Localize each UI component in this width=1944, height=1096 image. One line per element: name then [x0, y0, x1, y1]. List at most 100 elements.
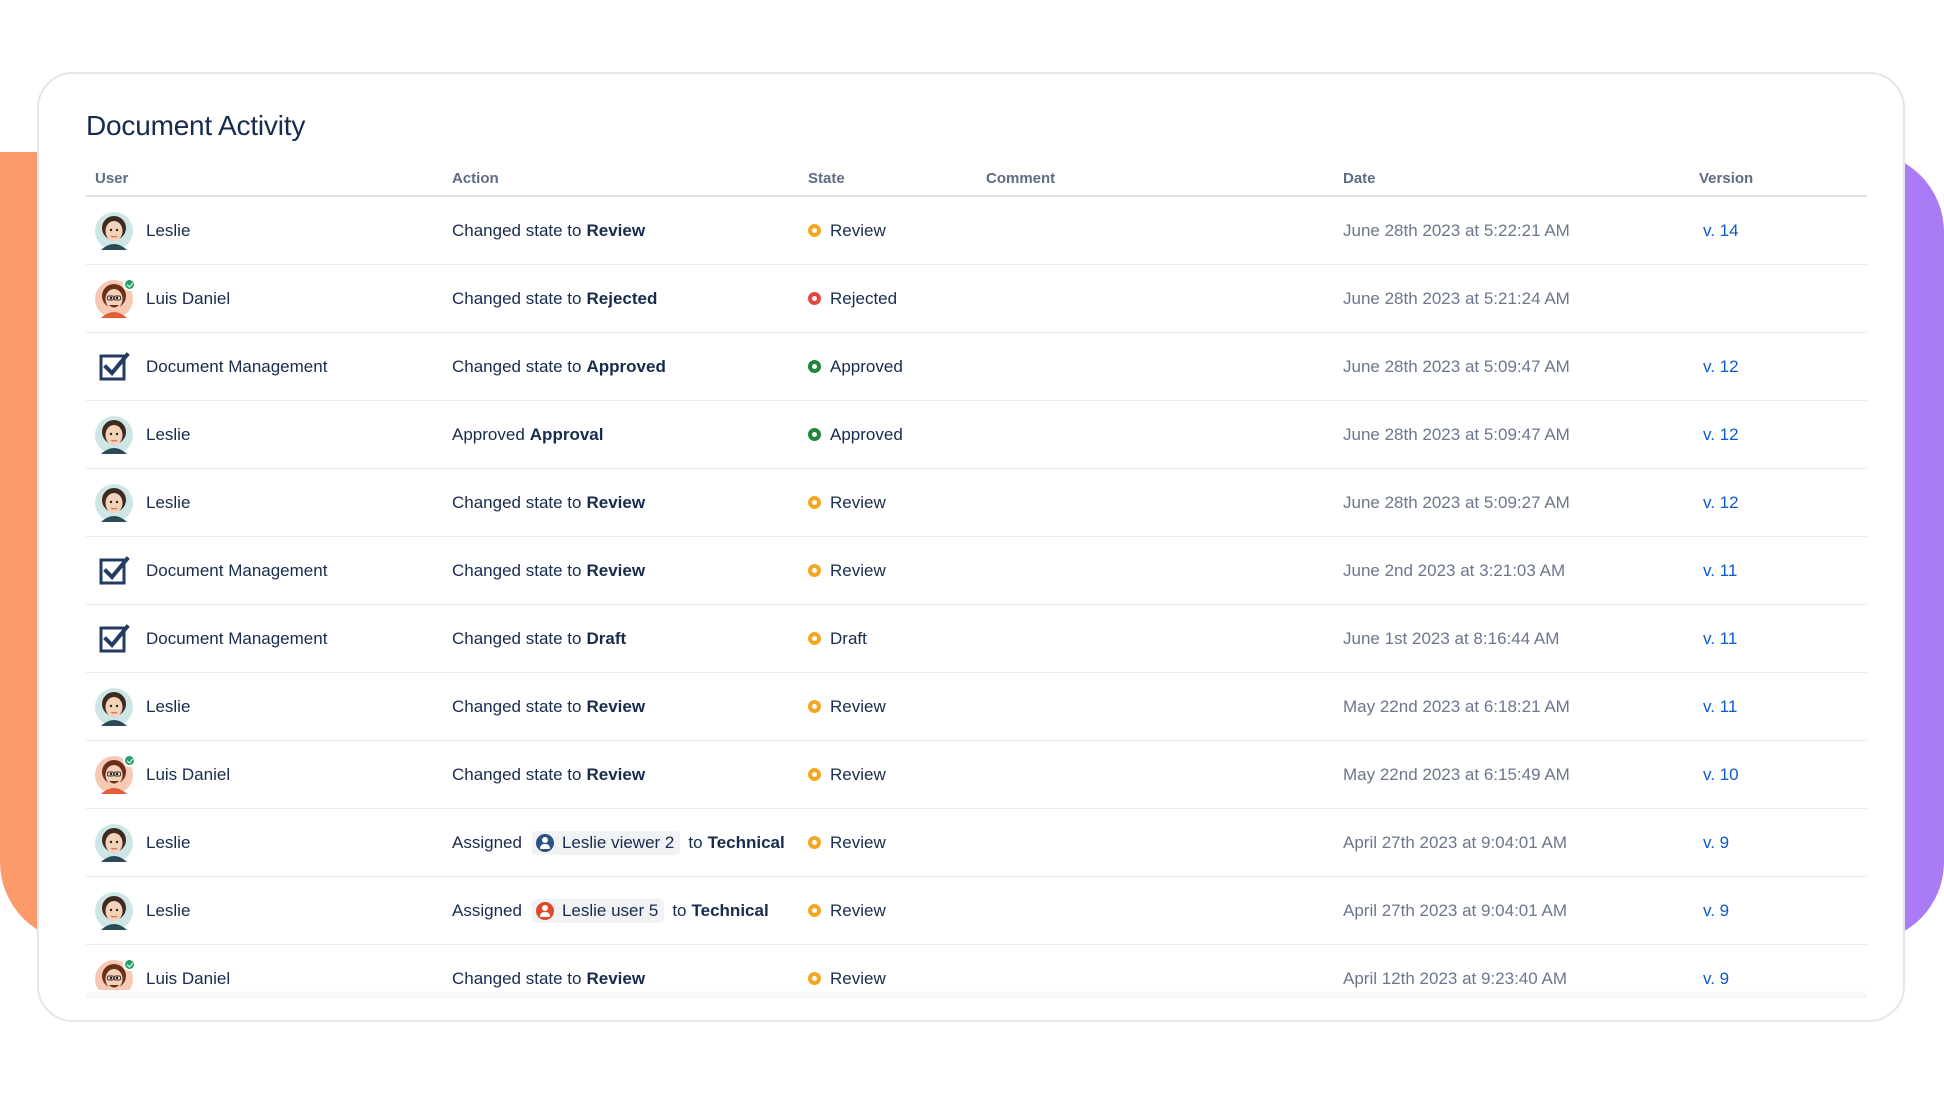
table-row[interactable]: Document Management Changed state to Dra… — [86, 605, 1867, 673]
state-status-icon — [808, 564, 821, 577]
date-text: June 28th 2023 at 5:21:24 AM — [1343, 288, 1570, 308]
mention-name: Leslie viewer 2 — [561, 832, 675, 852]
action-target: Approved — [586, 356, 666, 376]
version-cell: v. 11 — [1703, 673, 1737, 740]
state-status-icon — [808, 904, 821, 917]
version-link[interactable]: v. 9 — [1703, 901, 1729, 921]
column-header-user[interactable]: User — [95, 170, 128, 187]
state-label: Review — [830, 832, 886, 852]
user-name[interactable]: Luis Daniel — [146, 289, 230, 309]
state-status-icon — [808, 632, 821, 645]
version-link[interactable]: v. 14 — [1703, 221, 1739, 241]
user-name[interactable]: Leslie — [146, 901, 190, 921]
table-row[interactable]: Luis Daniel Changed state to Review Revi… — [86, 741, 1867, 809]
version-link[interactable]: v. 9 — [1703, 969, 1729, 989]
table-row[interactable]: Leslie Changed state to Review Review Ju… — [86, 197, 1867, 265]
action-verb: Approved — [452, 424, 525, 444]
user-name[interactable]: Document Management — [146, 561, 327, 581]
action-target: Review — [586, 492, 646, 512]
column-header-date[interactable]: Date — [1343, 170, 1376, 187]
action-cell: Changed state to Review — [452, 741, 645, 808]
table-row[interactable]: Leslie Assigned Leslie viewer 2 to Techni… — [86, 809, 1867, 877]
table-body: Leslie Changed state to Review Review Ju… — [86, 197, 1867, 1012]
state-cell: Review — [808, 945, 886, 1012]
user-cell: Leslie — [95, 197, 190, 264]
action-verb: Changed state to — [452, 764, 582, 784]
table-row[interactable]: Leslie Assigned Leslie user 5 to Technica… — [86, 877, 1867, 945]
table-row[interactable]: Document Management Changed state to Rev… — [86, 537, 1867, 605]
version-link[interactable]: v. 12 — [1703, 425, 1739, 445]
column-header-version[interactable]: Version — [1699, 170, 1753, 187]
date-text: April 27th 2023 at 9:04:01 AM — [1343, 832, 1567, 852]
date-text: June 2nd 2023 at 3:21:03 AM — [1343, 560, 1566, 580]
user-mention-chip[interactable]: Leslie viewer 2 — [531, 830, 681, 855]
state-label: Approved — [830, 356, 903, 376]
version-cell: v. 11 — [1703, 537, 1737, 604]
user-name[interactable]: Leslie — [146, 697, 190, 717]
state-cell: Approved — [808, 333, 903, 400]
verified-check-icon — [123, 277, 136, 291]
version-cell: v. 11 — [1703, 605, 1737, 672]
user-name[interactable]: Leslie — [146, 221, 190, 241]
action-cell: Changed state to Review — [452, 469, 645, 536]
action-verb: Assigned — [452, 832, 522, 852]
date-cell: May 22nd 2023 at 6:18:21 AM — [1343, 673, 1570, 740]
state-label: Approved — [830, 424, 903, 444]
action-cell: Changed state to Rejected — [452, 265, 657, 332]
verified-check-icon — [123, 753, 136, 767]
action-cell: Approved Approval — [452, 401, 603, 468]
user-name[interactable]: Luis Daniel — [146, 969, 230, 989]
action-connector: to — [672, 900, 687, 920]
column-header-action[interactable]: Action — [452, 170, 499, 187]
state-cell: Review — [808, 197, 886, 264]
table-row[interactable]: Leslie Changed state to Review Review Ju… — [86, 469, 1867, 537]
date-cell: June 1st 2023 at 8:16:44 AM — [1343, 605, 1559, 672]
leslie-avatar — [95, 211, 133, 250]
table-row[interactable]: Leslie Changed state to Review Review Ma… — [86, 673, 1867, 741]
version-cell: v. 12 — [1703, 333, 1739, 400]
state-cell: Review — [808, 469, 886, 536]
version-link[interactable]: v. 12 — [1703, 493, 1739, 513]
version-link[interactable]: v. 9 — [1703, 833, 1729, 853]
user-cell: Leslie — [95, 673, 190, 740]
user-name[interactable]: Leslie — [146, 425, 190, 445]
user-cell: Leslie — [95, 469, 190, 536]
action-cell: Changed state to Review — [452, 673, 645, 740]
version-link[interactable]: v. 11 — [1703, 629, 1737, 649]
action-target: Approval — [529, 424, 604, 444]
user-name[interactable]: Luis Daniel — [146, 765, 230, 785]
table-row[interactable]: Luis Daniel Changed state to Review Revi… — [86, 945, 1867, 1012]
version-link[interactable]: v. 11 — [1703, 697, 1737, 717]
state-status-icon — [808, 360, 821, 373]
action-verb: Changed state to — [452, 356, 582, 376]
document-management-icon — [95, 348, 133, 386]
user-name[interactable]: Document Management — [146, 357, 327, 377]
user-name[interactable]: Leslie — [146, 493, 190, 513]
version-link[interactable]: v. 11 — [1703, 561, 1737, 581]
version-cell: v. 9 — [1703, 877, 1729, 944]
action-connector: to — [688, 832, 703, 852]
user-mention-chip[interactable]: Leslie user 5 — [531, 898, 665, 923]
column-header-state[interactable]: State — [808, 170, 845, 187]
state-cell: Review — [808, 877, 886, 944]
version-cell: v. 12 — [1703, 469, 1739, 536]
user-icon-blue — [535, 833, 554, 852]
state-status-icon — [808, 768, 821, 781]
date-text: June 28th 2023 at 5:22:21 AM — [1343, 220, 1570, 240]
version-link[interactable]: v. 12 — [1703, 357, 1739, 377]
table-row[interactable]: Leslie Approved Approval Approved June 2… — [86, 401, 1867, 469]
state-label: Rejected — [830, 288, 898, 308]
column-header-comment[interactable]: Comment — [986, 170, 1055, 187]
date-cell: April 27th 2023 at 9:04:01 AM — [1343, 877, 1567, 944]
user-name[interactable]: Leslie — [146, 833, 190, 853]
table-row[interactable]: Document Management Changed state to App… — [86, 333, 1867, 401]
date-cell: April 12th 2023 at 9:23:40 AM — [1343, 945, 1567, 1012]
date-text: April 27th 2023 at 9:04:01 AM — [1343, 900, 1567, 920]
state-status-icon — [808, 836, 821, 849]
version-link[interactable]: v. 10 — [1703, 765, 1739, 785]
state-cell: Review — [808, 809, 886, 876]
action-target: Review — [586, 968, 646, 988]
table-row[interactable]: Luis Daniel Changed state to Rejected Re… — [86, 265, 1867, 333]
table-header: User Action State Comment Date Version — [86, 164, 1867, 197]
user-name[interactable]: Document Management — [146, 629, 327, 649]
